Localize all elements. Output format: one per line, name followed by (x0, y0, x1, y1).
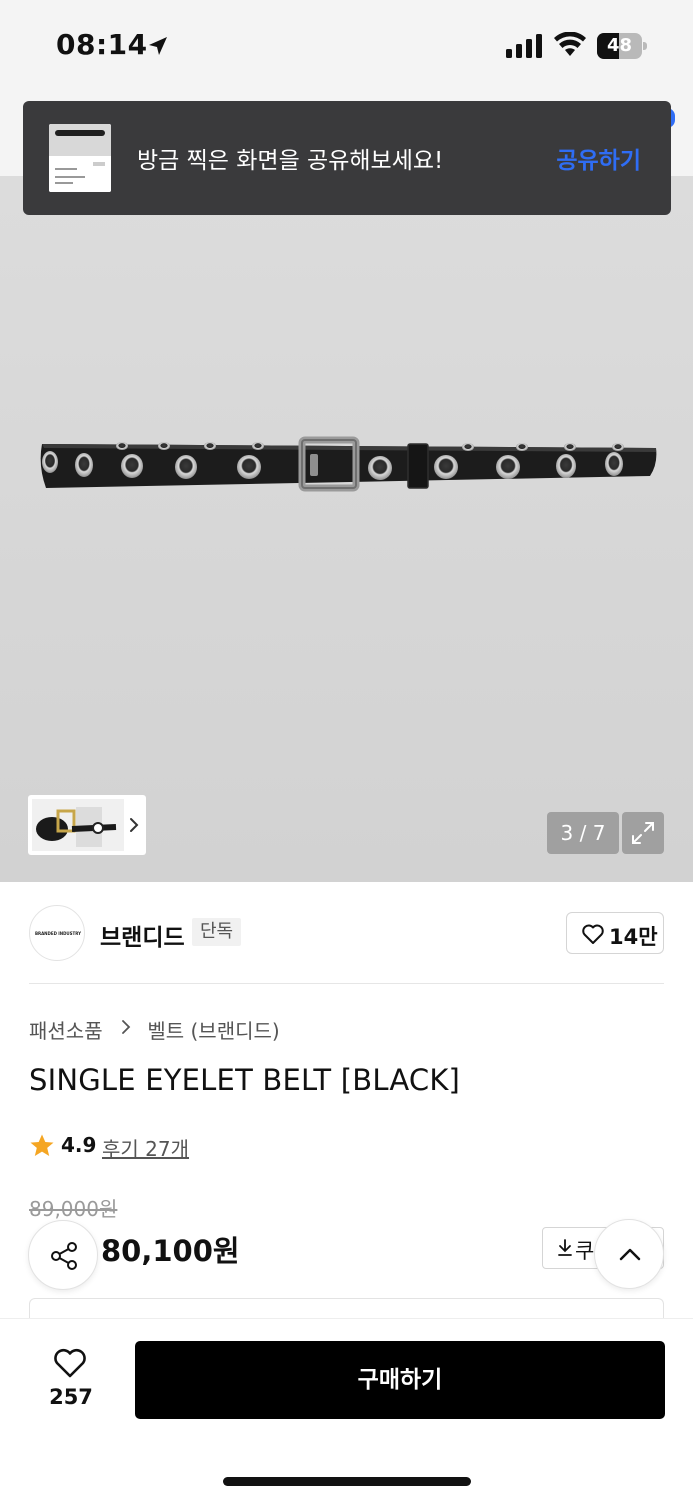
divider (29, 983, 664, 984)
screenshot-thumbnail (49, 124, 111, 192)
bottom-action-bar: 257 구매하기 (0, 1318, 693, 1500)
breadcrumb-category[interactable]: 패션소품 (29, 1015, 103, 1044)
buy-button[interactable]: 구매하기 (135, 1341, 665, 1419)
home-indicator (223, 1477, 471, 1486)
review-link[interactable]: 후기 27개 (102, 1133, 189, 1162)
wishlist-count: 257 (49, 1385, 93, 1409)
share-icon (51, 1242, 77, 1270)
brand-logo[interactable]: BRANDED INDUSTRY (29, 905, 85, 961)
exclusive-badge: 단독 (192, 918, 242, 946)
breadcrumb: 패션소품 벨트 (브랜디드) (29, 1015, 280, 1044)
toast-share-button[interactable]: 공유하기 (556, 141, 641, 175)
product-image-gallery[interactable]: 3 / 7 (0, 176, 693, 882)
thumbnail-strip[interactable] (28, 795, 146, 855)
location-arrow-icon (149, 37, 167, 55)
download-icon (558, 1239, 572, 1256)
chevron-up-icon (619, 1248, 641, 1261)
share-toast: 방금 찍은 화면을 공유해보세요! 공유하기 (23, 101, 671, 215)
coupon-label: 쿠 (575, 1239, 595, 1263)
thumbnail-image (32, 799, 124, 851)
wishlist-button[interactable]: 257 (34, 1341, 108, 1411)
wifi-icon (554, 32, 586, 56)
image-page-indicator: 3 / 7 (547, 812, 619, 854)
status-time: 08:14 (56, 28, 148, 61)
battery-icon: 48 (597, 33, 647, 59)
chevron-right-icon[interactable] (128, 813, 140, 837)
breadcrumb-subcategory[interactable]: 벨트 (브랜디드) (147, 1015, 279, 1044)
scroll-to-top-button[interactable] (594, 1219, 664, 1289)
expand-icon (632, 822, 654, 844)
brand-like-count: 14만 (609, 925, 658, 949)
share-button[interactable] (28, 1220, 98, 1290)
chevron-right-icon (122, 1020, 131, 1034)
heart-icon (54, 1348, 86, 1378)
expand-button[interactable] (622, 812, 664, 854)
sale-price: 80,100원 (101, 1234, 240, 1268)
cellular-signal-icon (506, 34, 542, 58)
product-image-belt (40, 436, 657, 492)
product-title: SINGLE EYELET BELT [BLACK] (29, 1063, 461, 1097)
original-price: 89,000원 (29, 1197, 118, 1221)
rating-value: 4.9 (61, 1133, 97, 1157)
star-icon (30, 1134, 54, 1156)
toast-message: 방금 찍은 화면을 공유해보세요! (137, 148, 444, 174)
heart-icon (582, 924, 604, 944)
brand-row[interactable]: BRANDED INDUSTRY 브랜디드 단독 14만 (0, 882, 693, 984)
battery-percent: 48 (606, 35, 633, 56)
brand-like-button[interactable]: 14만 (566, 912, 664, 954)
brand-name[interactable]: 브랜디드 (100, 918, 185, 952)
